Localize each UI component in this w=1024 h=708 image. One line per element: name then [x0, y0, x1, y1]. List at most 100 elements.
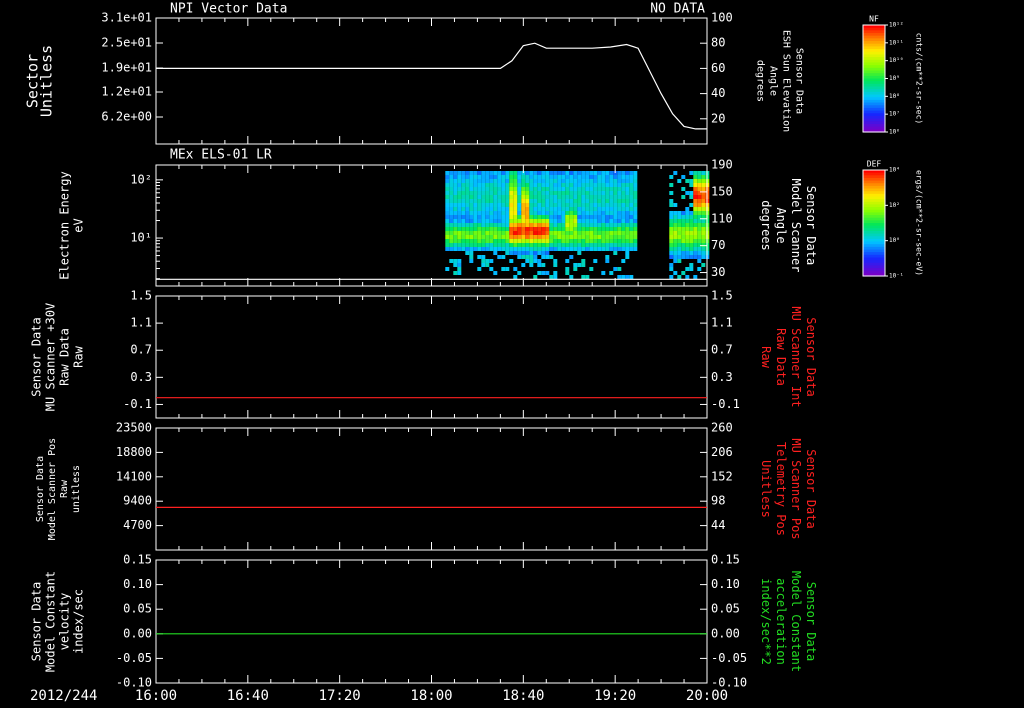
heatmap-cell: [633, 195, 638, 199]
y-tick-label-left: 2.5e+01: [101, 36, 152, 50]
heatmap-cell: [541, 195, 546, 199]
heatmap-cell: [525, 171, 530, 175]
heatmap-cell: [693, 187, 698, 191]
heatmap-cell: [513, 211, 518, 215]
heatmap-cell: [549, 191, 554, 195]
heatmap-cell: [629, 203, 634, 207]
heatmap-cell: [601, 175, 606, 179]
heatmap-cell: [493, 271, 498, 275]
heatmap-cell: [669, 223, 674, 227]
heatmap-cell: [693, 235, 698, 239]
heatmap-cell: [573, 179, 578, 183]
heatmap-cell: [689, 263, 694, 267]
heatmap-cell: [605, 191, 610, 195]
heatmap-cell: [601, 187, 606, 191]
heatmap-cell: [585, 227, 590, 231]
heatmap-cell: [589, 207, 594, 211]
heatmap-cell: [485, 223, 490, 227]
heatmap-cell: [517, 183, 522, 187]
heatmap-cell: [501, 195, 506, 199]
heatmap-cell: [589, 223, 594, 227]
heatmap-cell: [669, 219, 674, 223]
heatmap-cell: [505, 239, 510, 243]
heatmap-cell: [445, 231, 450, 235]
heatmap-cell: [673, 223, 678, 227]
heatmap-cell: [673, 243, 678, 247]
heatmap-cell: [577, 219, 582, 223]
heatmap-cell: [485, 235, 490, 239]
heatmap-cell: [577, 187, 582, 191]
heatmap-cell: [697, 247, 702, 251]
y-axis-title-left: Raw: [59, 479, 70, 498]
heatmap-cell: [669, 251, 674, 255]
heatmap-cell: [489, 203, 494, 207]
heatmap-cell: [593, 223, 598, 227]
heatmap-cell: [453, 243, 458, 247]
heatmap-cell: [609, 203, 614, 207]
heatmap-cell: [501, 227, 506, 231]
heatmap-cell: [573, 231, 578, 235]
heatmap-cell: [493, 251, 498, 255]
heatmap-cell: [533, 231, 538, 235]
heatmap-cell: [533, 203, 538, 207]
heatmap-cell: [565, 191, 570, 195]
heatmap-cell: [685, 231, 690, 235]
heatmap-cell: [573, 267, 578, 271]
heatmap-cell: [581, 211, 586, 215]
heatmap-cell: [485, 179, 490, 183]
heatmap-cell: [465, 219, 470, 223]
heatmap-cell: [553, 227, 558, 231]
heatmap-cell: [509, 203, 514, 207]
heatmap-cell: [493, 227, 498, 231]
heatmap-cell: [621, 219, 626, 223]
heatmap-cell: [589, 227, 594, 231]
heatmap-cell: [445, 175, 450, 179]
heatmap-cell: [493, 247, 498, 251]
y-axis-title-left: Model Scanner Pos: [47, 438, 58, 540]
heatmap-cell: [529, 223, 534, 227]
heatmap-cell: [505, 195, 510, 199]
heatmap-cell: [597, 183, 602, 187]
heatmap-cell: [613, 251, 618, 255]
heatmap-cell: [673, 231, 678, 235]
heatmap-cell: [541, 203, 546, 207]
heatmap-cell: [597, 239, 602, 243]
heatmap-cell: [593, 215, 598, 219]
heatmap-cell: [525, 179, 530, 183]
heatmap-cell: [621, 247, 626, 251]
heatmap-cell: [557, 211, 562, 215]
heatmap-cell: [673, 203, 678, 207]
heatmap-cell: [505, 207, 510, 211]
heatmap-cell: [577, 247, 582, 251]
heatmap-cell: [689, 235, 694, 239]
heatmap-cell: [465, 207, 470, 211]
heatmap-cell: [481, 199, 486, 203]
heatmap-cell: [613, 219, 618, 223]
heatmap-cell: [453, 263, 458, 267]
heatmap-cell: [505, 247, 510, 251]
heatmap-cell: [585, 195, 590, 199]
heatmap-cell: [561, 239, 566, 243]
heatmap-cell: [517, 223, 522, 227]
heatmap-cell: [449, 247, 454, 251]
heatmap-cell: [581, 179, 586, 183]
heatmap-cell: [465, 199, 470, 203]
heatmap-cell: [669, 191, 674, 195]
heatmap-cell: [525, 203, 530, 207]
heatmap-cell: [501, 215, 506, 219]
heatmap-cell: [693, 227, 698, 231]
heatmap-cell: [449, 179, 454, 183]
heatmap-cell: [513, 195, 518, 199]
heatmap-cell: [589, 235, 594, 239]
heatmap-cell: [581, 223, 586, 227]
heatmap-cell: [573, 191, 578, 195]
heatmap-cell: [537, 183, 542, 187]
heatmap-cell: [445, 183, 450, 187]
heatmap-cell: [613, 195, 618, 199]
y-axis-title-left: MU Scanner +30V: [44, 303, 58, 411]
heatmap-cell: [445, 199, 450, 203]
heatmap-cell: [533, 259, 538, 263]
heatmap-cell: [517, 171, 522, 175]
heatmap-cell: [685, 255, 690, 259]
heatmap-cell: [577, 239, 582, 243]
